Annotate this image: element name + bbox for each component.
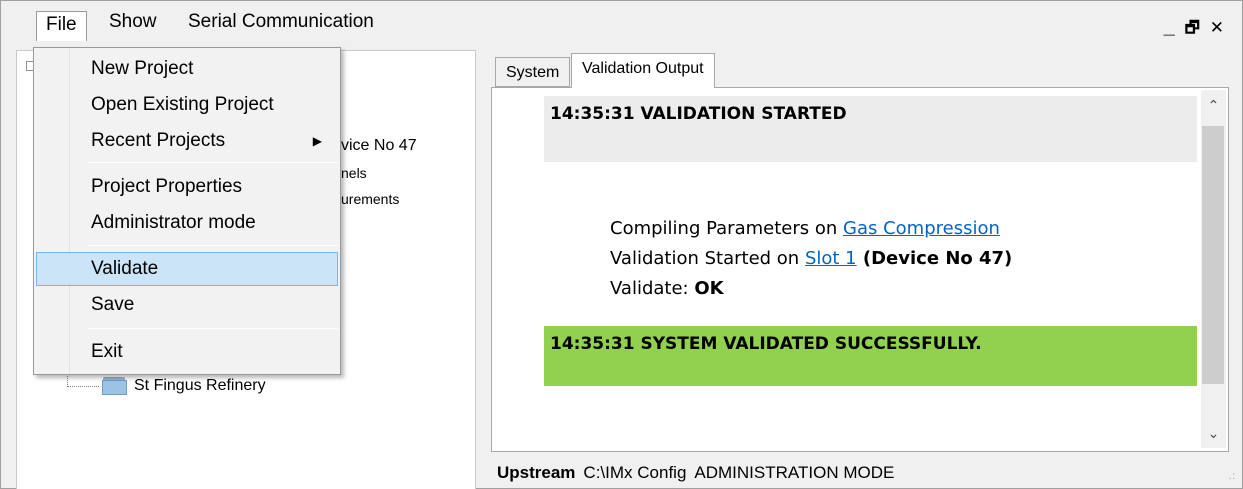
file-menu-dropdown: New Project Open Existing Project Recent… xyxy=(33,47,341,375)
folder-icon xyxy=(102,377,127,395)
gas-compression-link[interactable]: Gas Compression xyxy=(843,218,1000,239)
output-lines: Compiling Parameters on Gas Compression … xyxy=(610,214,1012,304)
output-pane: System Validation Output 14:35:31 VALIDA… xyxy=(489,47,1234,489)
submenu-arrow-icon: ▶ xyxy=(312,134,322,148)
tree-connector xyxy=(67,386,99,387)
resize-grip-icon[interactable]: .: xyxy=(1228,471,1236,482)
output-text: Validation Started on xyxy=(610,248,805,269)
menu-item-exit[interactable]: Exit xyxy=(36,335,338,369)
slot-1-link[interactable]: Slot 1 xyxy=(805,248,857,269)
menu-item-open-existing-project[interactable]: Open Existing Project xyxy=(36,88,338,122)
validation-success-text: 14:35:31 SYSTEM VALIDATED SUCCESSFULLY. xyxy=(550,334,982,354)
validation-output-log[interactable]: 14:35:31 VALIDATION STARTED Compiling Pa… xyxy=(498,90,1201,448)
menu-item-validate[interactable]: Validate xyxy=(36,252,338,286)
output-line-compiling: Compiling Parameters on Gas Compression xyxy=(610,214,1012,244)
output-text: Validate: xyxy=(610,278,695,299)
menu-item-label: Recent Projects xyxy=(91,130,226,151)
menu-file[interactable]: File xyxy=(36,11,87,41)
menu-item-administrator-mode[interactable]: Administrator mode xyxy=(36,206,338,240)
status-mode: ADMINISTRATION MODE xyxy=(694,463,895,482)
scroll-up-icon[interactable]: ⌃ xyxy=(1201,92,1226,118)
validation-started-text: 14:35:31 VALIDATION STARTED xyxy=(550,104,847,124)
tree-node-fragment[interactable]: nels xyxy=(341,165,367,181)
validation-started-band: 14:35:31 VALIDATION STARTED xyxy=(544,96,1197,162)
window-controls: _🗗✕ xyxy=(1164,16,1234,44)
minimize-icon[interactable]: _ xyxy=(1164,16,1185,38)
menu-serial-communication[interactable]: Serial Communication xyxy=(179,9,383,35)
restore-icon[interactable]: 🗗 xyxy=(1185,20,1210,37)
device-number-text: (Device No 47) xyxy=(856,248,1013,269)
tree-node-fragment[interactable]: urements xyxy=(341,191,399,207)
validate-result-text: OK xyxy=(694,278,724,299)
tree-node-fragment[interactable]: vice No 47 xyxy=(341,137,417,155)
validation-success-band: 14:35:31 SYSTEM VALIDATED SUCCESSFULLY. xyxy=(544,326,1197,386)
menu-separator xyxy=(88,328,338,329)
status-config-path: C:\IMx Config xyxy=(583,463,687,482)
menu-separator xyxy=(88,162,338,163)
output-line-validation-started: Validation Started on Slot 1 (Device No … xyxy=(610,244,1012,274)
menu-separator xyxy=(88,245,338,246)
menu-show[interactable]: Show xyxy=(100,9,166,35)
statusbar: Upstream C:\IMx Config ADMINISTRATION MODE xyxy=(497,461,894,485)
app-window: File Show Serial Communication _🗗✕ vice … xyxy=(0,0,1243,489)
scroll-thumb[interactable] xyxy=(1202,126,1224,384)
close-icon[interactable]: ✕ xyxy=(1210,18,1234,37)
scroll-down-icon[interactable]: ⌄ xyxy=(1201,420,1226,446)
output-scrollbar[interactable]: ⌃ ⌄ xyxy=(1201,90,1226,448)
menu-item-recent-projects[interactable]: Recent Projects ▶ xyxy=(36,124,338,158)
validation-output-panel: 14:35:31 VALIDATION STARTED Compiling Pa… xyxy=(491,87,1229,452)
output-line-validate: Validate: OK xyxy=(610,274,1012,304)
output-text: Compiling Parameters on xyxy=(610,218,843,239)
status-project-name: Upstream xyxy=(497,463,576,482)
menu-item-project-properties[interactable]: Project Properties xyxy=(36,170,338,204)
tab-system[interactable]: System xyxy=(495,57,571,87)
menu-item-new-project[interactable]: New Project xyxy=(36,52,338,86)
tree-node-refinery[interactable]: St Fingus Refinery xyxy=(134,377,266,395)
menubar: File Show Serial Communication _🗗✕ xyxy=(2,2,1242,41)
menu-item-save[interactable]: Save xyxy=(36,288,338,322)
tab-validation-output[interactable]: Validation Output xyxy=(571,53,715,88)
